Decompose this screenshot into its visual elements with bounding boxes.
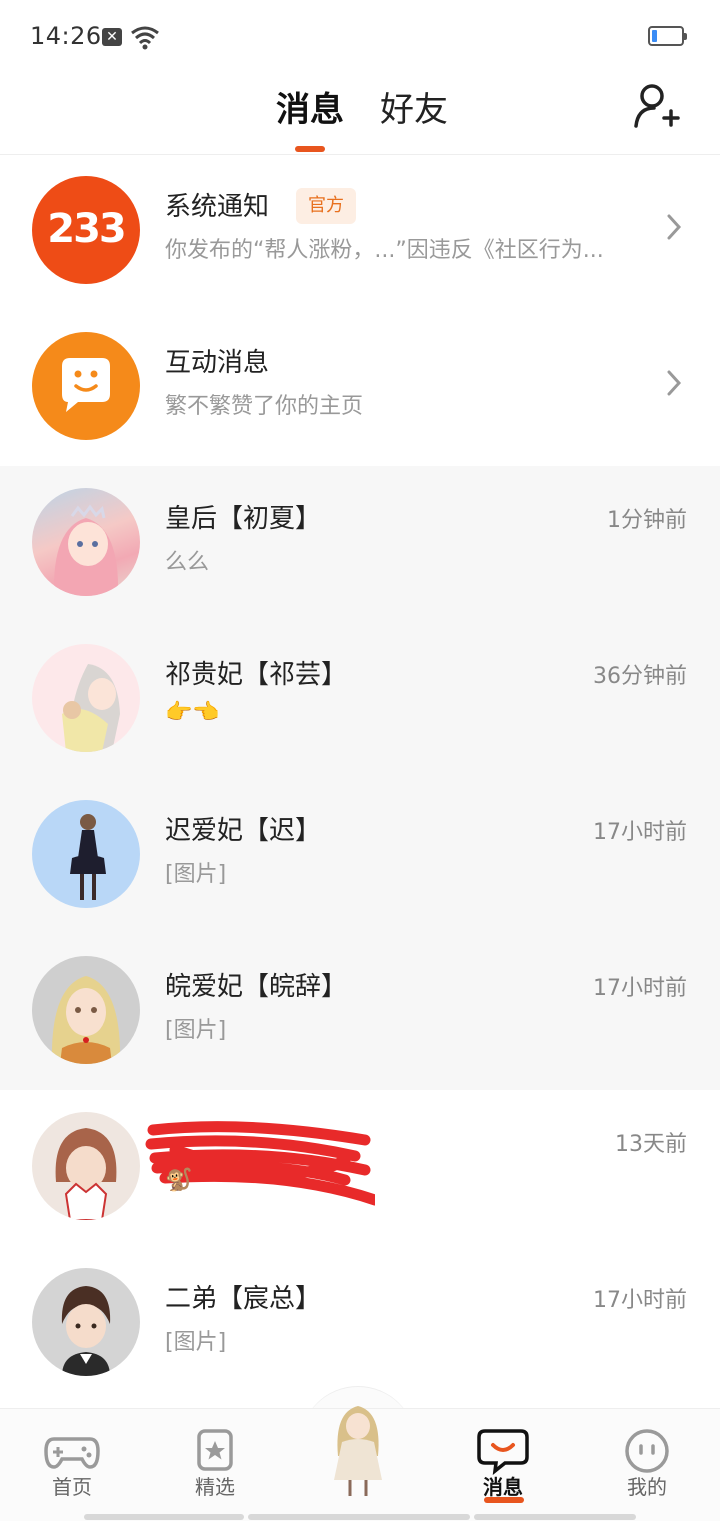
gamepad-icon	[44, 1437, 100, 1469]
conversation-row[interactable]: 🐒 13天前	[0, 1090, 720, 1246]
conversation-name: 二弟【宸总】	[165, 1284, 322, 1314]
status-time: 14:26	[30, 22, 102, 50]
nav-featured[interactable]: 精选	[160, 1409, 270, 1521]
gesture-bar	[474, 1514, 636, 1520]
gesture-bar	[248, 1514, 470, 1520]
active-tab-indicator	[295, 146, 325, 152]
interaction-preview: 繁不繁赞了你的主页	[165, 394, 364, 419]
system-avatar-logo: 233	[47, 206, 127, 252]
conversation-name: 皖爱妃【皖辞】	[165, 972, 348, 1002]
conversation-time: 17小时前	[593, 1288, 687, 1313]
anime-portrait-icon	[53, 504, 119, 596]
interaction-avatar	[32, 332, 140, 440]
nav-messages-label: 消息	[483, 1475, 523, 1499]
user-avatar	[32, 1268, 140, 1376]
anime-portrait-icon	[62, 664, 120, 752]
system-notice-row[interactable]: 233 系统通知 你发布的“帮人涨粉，...”因违反《社区行为...	[0, 154, 720, 310]
interaction-title: 互动消息	[165, 348, 270, 378]
conversation-preview: 👉👈	[165, 700, 220, 725]
conversation-row[interactable]: 皇后【初夏】 么么 1分钟前	[0, 466, 720, 622]
status-bar: 14:26 ✕	[0, 0, 720, 72]
system-notice-title: 系统通知	[165, 192, 270, 222]
header: 消息 好友	[0, 72, 720, 155]
chevron-right-icon	[667, 214, 682, 240]
tab-messages[interactable]: 消息	[276, 82, 344, 131]
nav-profile[interactable]: 我的	[592, 1409, 702, 1521]
conversation-name: 皇后【初夏】	[165, 504, 322, 534]
nav-messages[interactable]: 消息	[448, 1409, 558, 1521]
interaction-row[interactable]: 互动消息 繁不繁赞了你的主页	[0, 310, 720, 466]
character-avatar-icon[interactable]	[320, 1396, 396, 1500]
conversation-time: 17小时前	[593, 976, 687, 1001]
user-avatar	[32, 644, 140, 752]
nav-profile-label: 我的	[627, 1475, 667, 1499]
conversation-row[interactable]: 二弟【宸总】 [图片] 17小时前	[0, 1246, 720, 1402]
chevron-right-icon	[667, 370, 682, 396]
nav-home-label: 首页	[52, 1475, 92, 1499]
conversation-preview: [图片]	[165, 862, 227, 887]
nav-home[interactable]: 首页	[17, 1409, 127, 1521]
conversation-name: 祁贵妃【祁芸】	[165, 660, 348, 690]
conversation-time: 36分钟前	[593, 664, 687, 689]
face-icon	[625, 1429, 669, 1473]
anime-portrait-icon	[55, 1128, 117, 1220]
user-avatar	[32, 800, 140, 908]
system-avatar: 233	[32, 176, 140, 284]
chat-face-icon	[62, 358, 110, 412]
wifi-icon	[131, 26, 159, 50]
conversation-row[interactable]: 祁贵妃【祁芸】 👉👈 36分钟前	[0, 622, 720, 778]
user-avatar	[32, 1112, 140, 1220]
redaction-scribble	[145, 1121, 375, 1206]
user-avatar	[32, 956, 140, 1064]
conversation-preview: [图片]	[165, 1330, 227, 1355]
star-badge-icon	[197, 1429, 233, 1471]
anime-portrait-icon	[61, 1286, 111, 1376]
conversation-name: 迟爱妃【迟】	[165, 816, 322, 846]
user-avatar	[32, 488, 140, 596]
anime-figure-icon	[70, 814, 106, 900]
system-notice-preview: 你发布的“帮人涨粉，...”因违反《社区行为...	[165, 238, 604, 263]
conversation-time: 1分钟前	[607, 508, 687, 533]
battery-icon	[648, 26, 687, 46]
conversation-row[interactable]: 皖爱妃【皖辞】 [图片] 17小时前	[0, 934, 720, 1090]
active-nav-underline	[484, 1497, 524, 1503]
gesture-bar	[84, 1514, 244, 1520]
anime-portrait-icon	[51, 976, 121, 1064]
nav-featured-label: 精选	[195, 1475, 235, 1499]
chat-bubble-icon	[477, 1429, 529, 1475]
conversation-preview: 🐒	[165, 1168, 193, 1193]
conversation-time: 13天前	[615, 1132, 687, 1157]
notification-x-icon: ✕	[102, 28, 122, 46]
conversation-time: 17小时前	[593, 820, 687, 845]
conversation-preview: 么么	[165, 550, 210, 575]
conversation-row[interactable]: 迟爱妃【迟】 [图片] 17小时前	[0, 778, 720, 934]
add-friend-icon[interactable]	[632, 82, 682, 130]
conversation-preview: [图片]	[165, 1018, 227, 1043]
tab-friends[interactable]: 好友	[380, 82, 448, 131]
official-badge: 官方	[296, 188, 356, 224]
